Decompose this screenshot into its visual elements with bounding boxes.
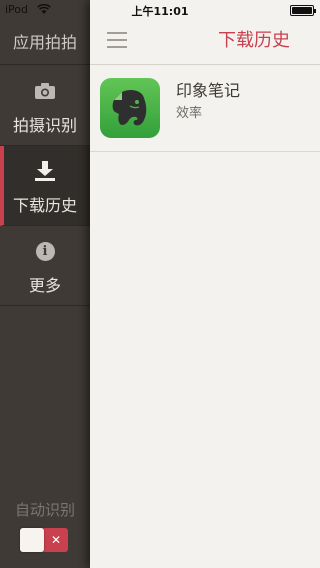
sidebar-item-capture[interactable]: 拍摄识别 [0,66,90,146]
sidebar-item-label: 拍摄识别 [12,116,77,135]
sidebar-item-download-history[interactable]: 下载历史 [0,146,90,226]
page-title: 下载历史 [218,30,290,51]
info-icon: i [0,240,90,262]
auto-recognize-toggle[interactable]: ✕ [20,528,68,552]
main-panel: 下载历史 印象笔记 效率 [90,0,320,568]
app-category: 效率 [176,106,203,121]
app-name: 印象笔记 [176,81,241,100]
toggle-knob [20,528,44,552]
sidebar-title: 应用拍拍 [0,20,90,65]
sidebar-item-label: 更多 [28,276,61,295]
status-bar: iPod 上午11:01 [0,0,320,20]
auto-recognize-label: 自动识别 [14,501,75,519]
sidebar: 应用拍拍 拍摄识别 下载历史 i 更多 自动识别 ✕ [0,0,90,568]
status-time: 上午11:01 [131,5,189,18]
download-icon [2,160,88,182]
sidebar-item-label: 下载历史 [12,196,77,215]
evernote-elephant-icon [100,78,160,138]
list-item[interactable]: 印象笔记 效率 [90,66,320,152]
menu-button[interactable] [107,32,127,52]
sidebar-item-more[interactable]: i 更多 [0,226,90,306]
camera-icon [0,80,90,102]
battery-icon [290,5,316,16]
hamburger-icon [107,32,127,34]
main-header: 下载历史 [90,20,320,65]
close-icon: ✕ [50,533,62,547]
